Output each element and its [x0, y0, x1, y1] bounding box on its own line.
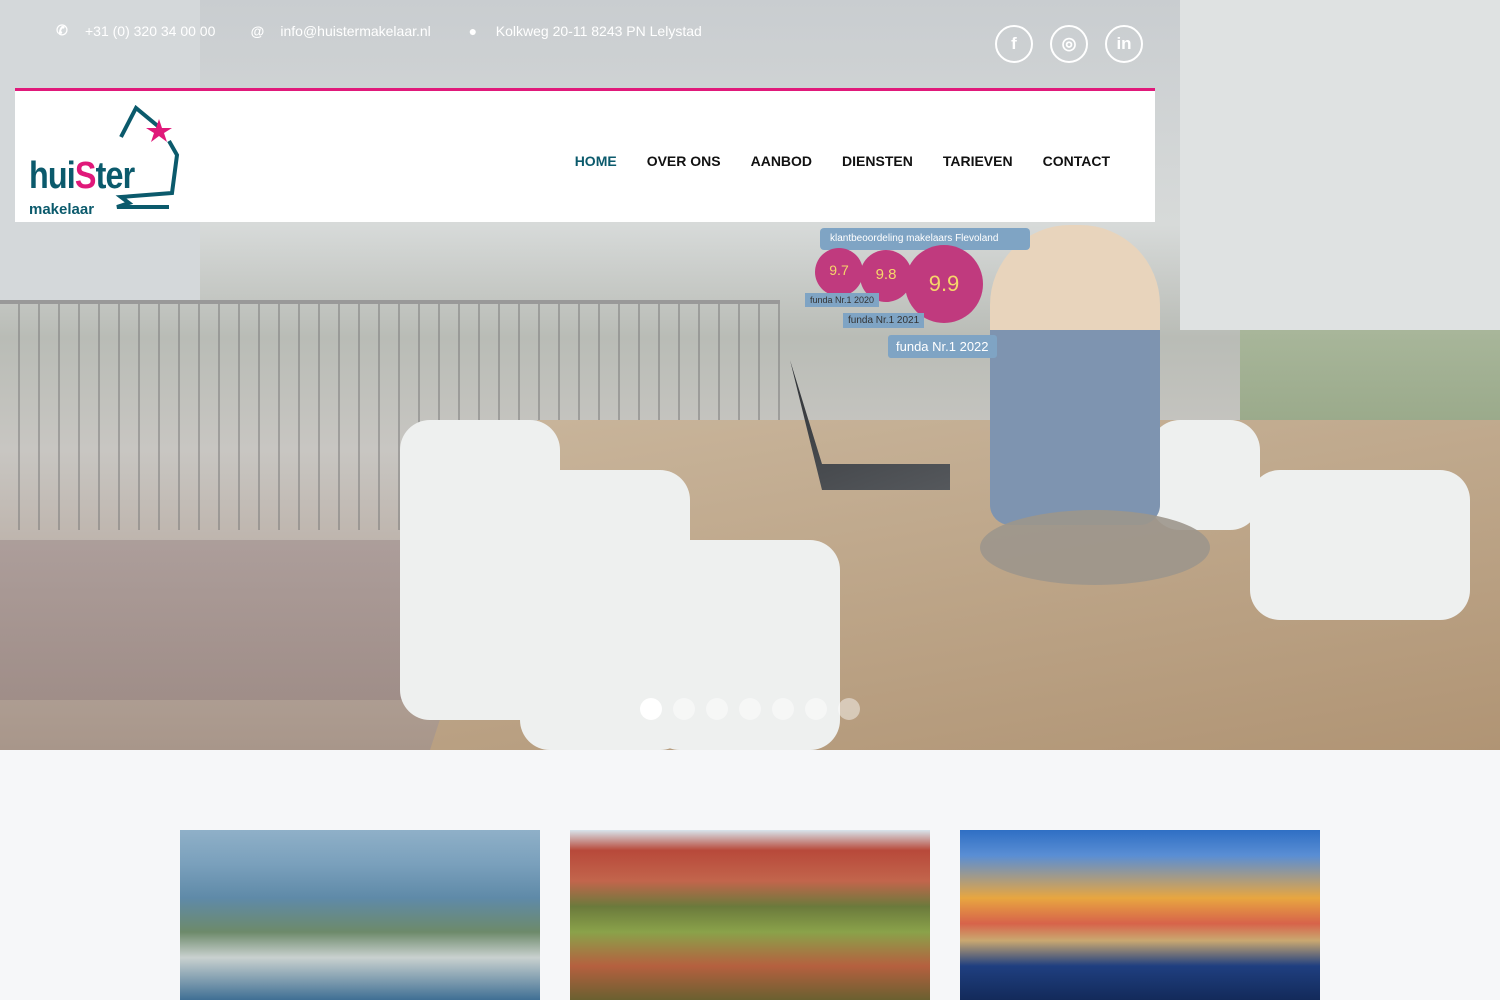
- logo-text: hui: [29, 155, 76, 197]
- slide-dot[interactable]: [772, 698, 794, 720]
- at-icon: @: [250, 22, 265, 39]
- nav-tarieven[interactable]: TARIEVEN: [943, 153, 1013, 169]
- slide-dot[interactable]: [640, 698, 662, 720]
- funda-badge: funda Nr.1 2022: [888, 335, 997, 358]
- instagram-icon[interactable]: ◎: [1050, 25, 1088, 63]
- logo-text: ter: [95, 155, 136, 197]
- nav-contact[interactable]: CONTACT: [1043, 153, 1110, 169]
- nav-aanbod[interactable]: AANBOD: [751, 153, 812, 169]
- rating-value: 9.7: [829, 262, 849, 278]
- funda-badge: funda Nr.1 2021: [843, 313, 925, 328]
- slide-dot[interactable]: [673, 698, 695, 720]
- map-pin-icon: ●: [468, 22, 478, 39]
- nav-over-ons[interactable]: OVER ONS: [647, 153, 721, 169]
- linkedin-icon[interactable]: in: [1105, 25, 1143, 63]
- image-card-aerial-marina[interactable]: [180, 830, 540, 1000]
- image-card-curacao[interactable]: [960, 830, 1320, 1000]
- rating-badge: klantbeoordeling makelaars Flevoland: [830, 233, 999, 244]
- phone-link[interactable]: +31 (0) 320 34 00 00: [85, 23, 215, 39]
- email-link[interactable]: info@huistermakelaar.nl: [280, 23, 430, 39]
- image-card-houses[interactable]: [570, 830, 930, 1000]
- nav-diensten[interactable]: DIENSTEN: [842, 153, 913, 169]
- rating-value: 9.9: [928, 271, 960, 296]
- slider-pagination: [640, 698, 860, 720]
- slide-dot[interactable]: [838, 698, 860, 720]
- phone-icon: ✆: [56, 22, 68, 38]
- main-header: huiSter makelaar HOME OVER ONS AANBOD DI…: [15, 88, 1155, 222]
- contact-bar: ✆ +31 (0) 320 34 00 00 @ info@huistermakel…: [54, 22, 736, 39]
- logo-text: S: [74, 155, 97, 197]
- address-text: Kolkweg 20-11 8243 PN Lelystad: [495, 22, 702, 39]
- nav-home[interactable]: HOME: [575, 153, 617, 169]
- main-menu: HOME OVER ONS AANBOD DIENSTEN TARIEVEN C…: [575, 153, 1110, 169]
- slide-dot[interactable]: [805, 698, 827, 720]
- slide-dot[interactable]: [706, 698, 728, 720]
- facebook-icon[interactable]: f: [995, 25, 1033, 63]
- social-links: f ◎ in: [995, 25, 1143, 63]
- funda-badge: funda Nr.1 2020: [805, 293, 880, 307]
- slide-dot[interactable]: [739, 698, 761, 720]
- logo-subtitle: makelaar: [29, 201, 95, 218]
